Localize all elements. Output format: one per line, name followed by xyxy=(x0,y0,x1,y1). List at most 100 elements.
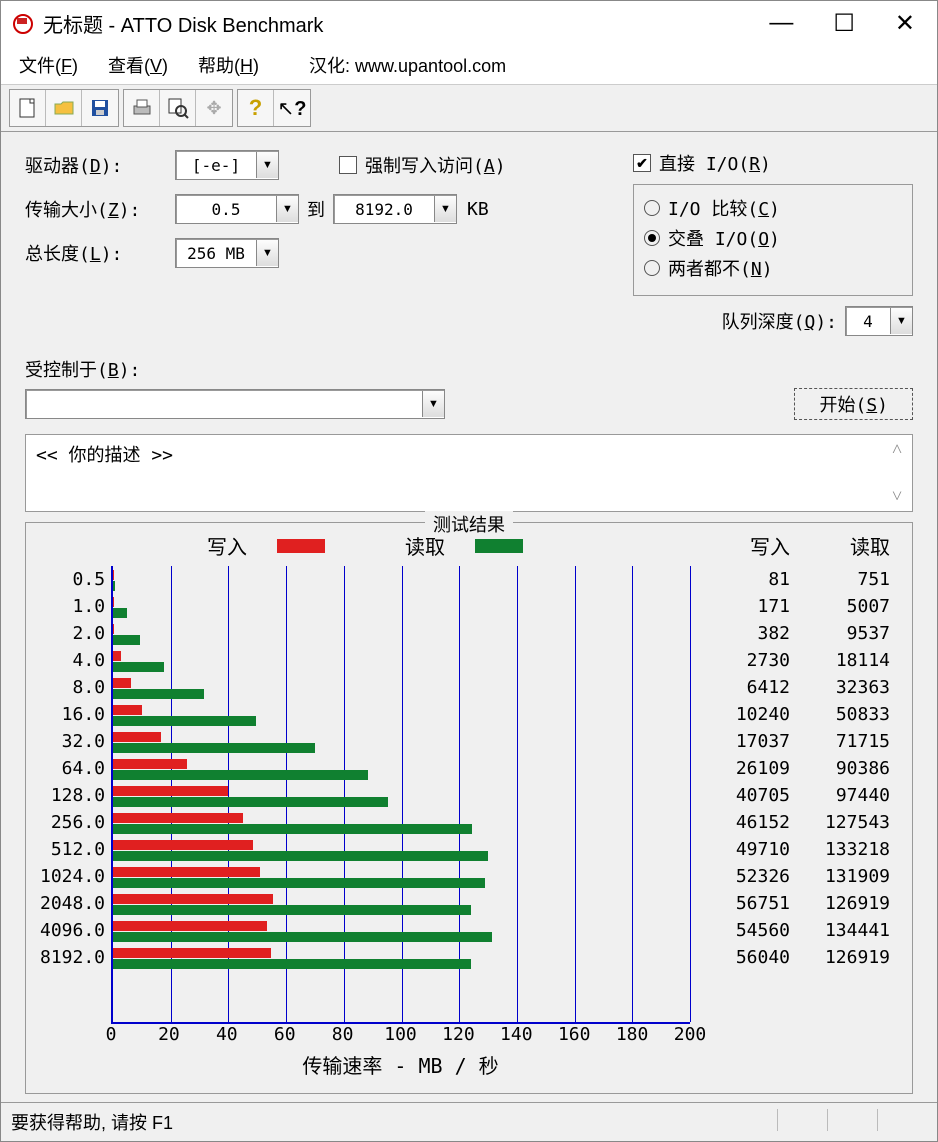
maximize-icon[interactable]: ☐ xyxy=(833,9,855,38)
menu-help[interactable]: 帮助(H) xyxy=(198,52,259,78)
transfer-to-input[interactable] xyxy=(334,200,434,219)
value-read: 126919 xyxy=(798,890,898,917)
open-folder-icon[interactable] xyxy=(46,90,82,126)
transfer-from-combo[interactable]: ▼ xyxy=(175,194,299,224)
controlled-by-section: 受控制于(B): ▼ 开始(S) xyxy=(25,356,913,420)
write-bar xyxy=(113,786,228,796)
y-tick-label: 0.5 xyxy=(40,566,105,593)
y-tick-label: 256.0 xyxy=(40,809,105,836)
values-row: 81751 xyxy=(698,566,898,593)
transfer-to-combo[interactable]: ▼ xyxy=(333,194,457,224)
value-read: 50833 xyxy=(798,701,898,728)
menu-bar: 文件(F) 查看(V) 帮助(H) 汉化: www.upantool.com xyxy=(1,46,937,84)
write-bar xyxy=(113,948,271,958)
legend-write-label: 写入 xyxy=(207,531,247,560)
controlled-by-combo[interactable]: ▼ xyxy=(25,389,445,419)
menu-translation: 汉化: www.upantool.com xyxy=(309,52,506,78)
gridline xyxy=(632,566,633,1022)
values-row: 49710133218 xyxy=(698,836,898,863)
y-tick-label: 512.0 xyxy=(40,836,105,863)
value-read: 90386 xyxy=(798,755,898,782)
menu-view[interactable]: 查看(V) xyxy=(108,52,168,78)
menu-file[interactable]: 文件(F) xyxy=(19,52,78,78)
print-icon[interactable] xyxy=(124,90,160,126)
value-read: 9537 xyxy=(798,620,898,647)
total-length-input[interactable] xyxy=(176,244,256,263)
y-tick-label: 2048.0 xyxy=(40,890,105,917)
y-tick-label: 4096.0 xyxy=(40,917,105,944)
move-icon[interactable]: ✥ xyxy=(196,90,232,126)
radio-overlapped-io[interactable]: 交叠 I/O(O) xyxy=(644,225,902,251)
chevron-down-icon[interactable]: ▼ xyxy=(256,152,278,178)
total-length-label: 总长度(L): xyxy=(25,240,175,266)
radio-io-compare[interactable]: I/O 比较(C) xyxy=(644,195,902,221)
kb-label: KB xyxy=(467,199,489,220)
question-icon[interactable]: ? xyxy=(238,90,274,126)
legend-read-swatch xyxy=(475,539,523,553)
controlled-by-input[interactable] xyxy=(26,395,422,414)
x-tick-label: 160 xyxy=(558,1024,591,1045)
chevron-down-icon[interactable]: ▼ xyxy=(890,308,912,334)
read-bar xyxy=(113,905,471,915)
total-length-combo[interactable]: ▼ xyxy=(175,238,279,268)
save-icon[interactable] xyxy=(82,90,118,126)
context-help-icon[interactable]: ↖? xyxy=(274,90,310,126)
drive-label: 驱动器(D): xyxy=(25,152,175,178)
value-read: 97440 xyxy=(798,782,898,809)
value-read: 131909 xyxy=(798,863,898,890)
description-text: << 你的描述 >> xyxy=(36,445,173,466)
write-bar xyxy=(113,894,273,904)
force-write-checkbox[interactable]: 强制写入访问(A) xyxy=(339,152,506,178)
chevron-down-icon[interactable]: ▼ xyxy=(422,391,444,417)
print-preview-icon[interactable] xyxy=(160,90,196,126)
queue-depth-combo[interactable]: ▼ xyxy=(845,306,913,336)
write-bar xyxy=(113,813,243,823)
read-bar xyxy=(113,959,471,969)
window-title: 无标题 - ATTO Disk Benchmark xyxy=(43,9,769,38)
chevron-down-icon[interactable]: ▼ xyxy=(434,196,456,222)
description-box[interactable]: << 你的描述 >> ˄˅ xyxy=(25,434,913,512)
drive-combo[interactable]: ▼ xyxy=(175,150,279,180)
value-write: 56040 xyxy=(698,944,798,971)
value-write: 10240 xyxy=(698,701,798,728)
values-row: 4070597440 xyxy=(698,782,898,809)
x-tick-label: 0 xyxy=(106,1024,117,1045)
value-read: 5007 xyxy=(798,593,898,620)
new-file-icon[interactable] xyxy=(10,90,46,126)
to-label: 到 xyxy=(307,196,325,222)
transfer-from-input[interactable] xyxy=(176,200,276,219)
chevron-down-icon[interactable]: ▼ xyxy=(276,196,298,222)
value-read: 126919 xyxy=(798,944,898,971)
start-button[interactable]: 开始(S) xyxy=(794,388,913,420)
value-read: 133218 xyxy=(798,836,898,863)
y-tick-label: 1.0 xyxy=(40,593,105,620)
y-axis-labels: 0.51.02.04.08.016.032.064.0128.0256.0512… xyxy=(40,566,111,1079)
value-write: 52326 xyxy=(698,863,798,890)
y-tick-label: 4.0 xyxy=(40,647,105,674)
scroll-indicator[interactable]: ˄˅ xyxy=(892,439,910,507)
read-bar xyxy=(113,689,204,699)
minimize-icon[interactable]: — xyxy=(769,9,793,38)
read-bar xyxy=(113,851,488,861)
gridline xyxy=(459,566,460,1022)
write-bar xyxy=(113,867,260,877)
value-read: 134441 xyxy=(798,917,898,944)
x-axis-labels: 020406080100120140160180200 xyxy=(111,1024,690,1048)
io-mode-fieldset: I/O 比较(C) 交叠 I/O(O) 两者都不(N) xyxy=(633,184,913,296)
radio-neither[interactable]: 两者都不(N) xyxy=(644,255,902,281)
drive-input[interactable] xyxy=(176,156,256,175)
chevron-down-icon[interactable]: ▼ xyxy=(256,240,278,266)
value-write: 46152 xyxy=(698,809,798,836)
content-area: 驱动器(D): ▼ 强制写入访问(A) 传输大小(Z): ▼ xyxy=(1,132,937,1102)
write-bar xyxy=(113,624,114,634)
chart-plot xyxy=(111,566,690,1024)
values-row: 3829537 xyxy=(698,620,898,647)
queue-depth-input[interactable] xyxy=(846,312,890,331)
write-bar xyxy=(113,651,121,661)
read-bar xyxy=(113,932,492,942)
value-write: 382 xyxy=(698,620,798,647)
gridline xyxy=(344,566,345,1022)
direct-io-checkbox[interactable]: ✔ 直接 I/O(R) xyxy=(633,150,771,176)
close-icon[interactable]: ✕ xyxy=(895,9,915,38)
status-text: 要获得帮助, 请按 F1 xyxy=(11,1109,173,1135)
